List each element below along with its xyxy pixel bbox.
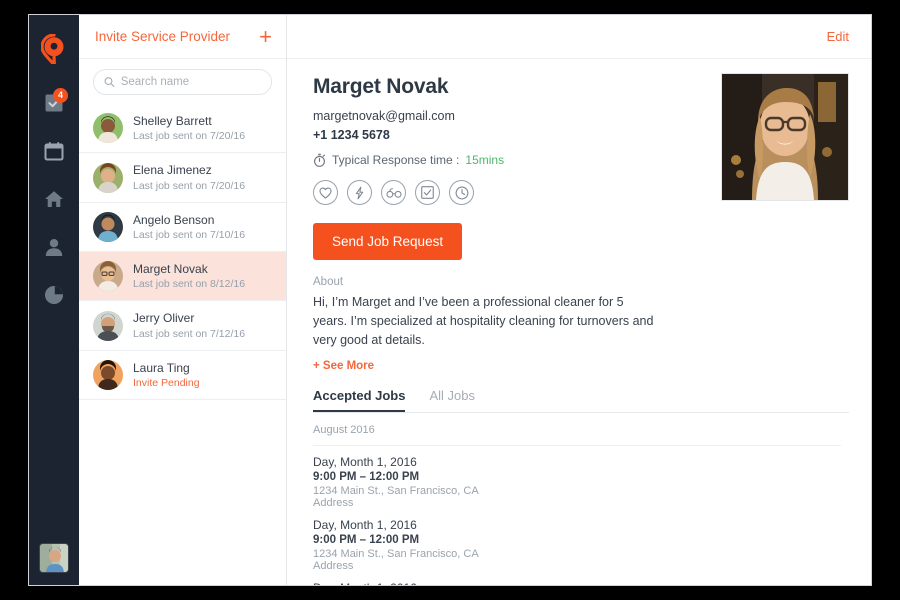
contact-name: Angelo Benson [133, 212, 215, 227]
contact-avatar [93, 359, 123, 390]
about-label: About [313, 276, 344, 288]
calendar-icon [44, 142, 64, 161]
search-box[interactable] [93, 69, 272, 95]
lightning-bolt-icon [355, 186, 364, 199]
tasks-badge: 4 [53, 88, 68, 103]
contact-row-5[interactable]: Laura Ting Invite Pending [79, 351, 286, 401]
search-icon [104, 77, 115, 88]
job-item-1[interactable]: Day, Month 1, 2016 9:00 PM – 12:00 PM 12… [313, 509, 849, 572]
tab-all-jobs[interactable]: All Jobs [429, 388, 475, 412]
contact-avatar [93, 310, 123, 341]
edit-button[interactable]: Edit [827, 29, 849, 44]
contact-row-1[interactable]: Elena Jimenez Last job sent on 7/20/16 [79, 153, 286, 203]
job-date: Day, Month 1, 2016 [313, 581, 849, 585]
contact-sub: Invite Pending [133, 376, 200, 389]
contact-row-0[interactable]: Shelley Barrett Last job sent on 7/20/16 [79, 104, 286, 154]
detail-panel: Edit Marget Novak margetnovak@gmail.com … [287, 15, 871, 585]
avatar-image [40, 544, 68, 572]
contact-avatar [93, 113, 123, 144]
about-text: Hi, I’m Marget and I’ve been a professio… [313, 295, 654, 347]
job-date: Day, Month 1, 2016 [313, 518, 417, 533]
contact-sub: Last job sent on 7/20/16 [133, 130, 246, 143]
nav-item-calendar[interactable] [29, 127, 79, 175]
current-user-avatar[interactable] [39, 543, 69, 573]
jobs-tabs: Accepted Jobs All Jobs [313, 388, 849, 414]
contact-sub: Last job sent on 7/10/16 [133, 228, 246, 241]
contact-row-4[interactable]: Jerry Oliver Last job sent on 7/12/16 [79, 301, 286, 351]
job-address-label: Address [313, 560, 354, 573]
checkbox-icon [421, 186, 434, 199]
nav-rail: 4 [29, 15, 79, 585]
contacts-panel: Invite Service Provider + Shelley Barret… [79, 15, 287, 585]
job-time: 9:00 PM – 12:00 PM [313, 471, 420, 484]
jobs-month-label: August 2016 [313, 413, 841, 447]
job-address-label: Address [313, 497, 354, 510]
contact-name: Marget Novak [133, 262, 208, 277]
job-address: 1234 Main St., San Francisco, CA [313, 548, 479, 561]
nav-item-home[interactable] [29, 175, 79, 223]
provider-photo [721, 73, 849, 201]
person-icon [45, 239, 63, 256]
nav-rail-items: 4 [29, 79, 79, 319]
response-time-label: Typical Response time : [332, 153, 460, 167]
pie-chart-icon [45, 286, 63, 304]
tab-accepted-jobs[interactable]: Accepted Jobs [313, 388, 405, 412]
nav-item-profile[interactable] [29, 223, 79, 271]
contact-name: Shelley Barrett [133, 114, 212, 128]
contact-avatar [93, 211, 123, 242]
contact-row-2[interactable]: Angelo Benson Last job sent on 7/10/16 [79, 203, 286, 253]
badge-clock[interactable] [449, 180, 474, 205]
nav-item-reports[interactable] [29, 271, 79, 319]
contacts-list: Shelley Barrett Last job sent on 7/20/16… [79, 104, 286, 585]
job-date: Day, Month 1, 2016 [313, 455, 417, 470]
contact-sub: Last job sent on 8/12/16 [133, 278, 246, 291]
response-time-value: 15mins [465, 153, 505, 167]
add-provider-button[interactable]: + [259, 25, 272, 48]
home-icon [45, 191, 63, 207]
contact-name: Jerry Oliver [133, 311, 195, 326]
job-item-0[interactable]: Day, Month 1, 2016 9:00 PM – 12:00 PM 12… [313, 446, 849, 509]
search-input[interactable] [120, 76, 261, 88]
glasses-icon [385, 187, 402, 198]
job-time: 9:00 PM – 12:00 PM [313, 534, 420, 547]
see-more-link[interactable]: + See More [313, 360, 849, 372]
contact-sub: Last job sent on 7/20/16 [133, 179, 246, 192]
clock-icon [455, 186, 468, 199]
badge-heart[interactable] [313, 180, 338, 205]
job-address: 1234 Main St., San Francisco, CA [313, 485, 479, 498]
contact-name: Laura Ting [133, 360, 190, 375]
stopwatch-icon [314, 153, 325, 167]
badge-lightning[interactable] [347, 180, 372, 205]
heart-icon [319, 186, 332, 199]
app-window: 4 Invite Service Provider + Search name … [28, 14, 872, 586]
badge-glasses[interactable] [381, 180, 406, 205]
badge-checkbox[interactable] [415, 180, 440, 205]
send-job-request-button[interactable]: Send Job Request [313, 223, 463, 260]
detail-body: Marget Novak margetnovak@gmail.com +1 12… [287, 59, 871, 585]
search-wrapper [79, 59, 286, 104]
job-item-2[interactable]: Day, Month 1, 2016 9:00 PM – 12:00 PM 12… [313, 572, 849, 585]
invite-service-provider-title: Invite Service Provider [95, 29, 231, 44]
provider-photo-image [722, 74, 848, 200]
nav-item-tasks[interactable]: 4 [29, 79, 79, 127]
contact-avatar [93, 261, 123, 292]
contact-row-3[interactable]: Marget Novak Last job sent on 8/12/16 [79, 252, 286, 302]
contact-avatar [93, 162, 123, 193]
app-logo [29, 29, 79, 69]
contact-name: Elena Jimenez [133, 163, 212, 178]
detail-header: Edit [287, 15, 871, 59]
contacts-header: Invite Service Provider + [79, 15, 286, 59]
contact-sub: Last job sent on 7/12/16 [133, 327, 246, 340]
